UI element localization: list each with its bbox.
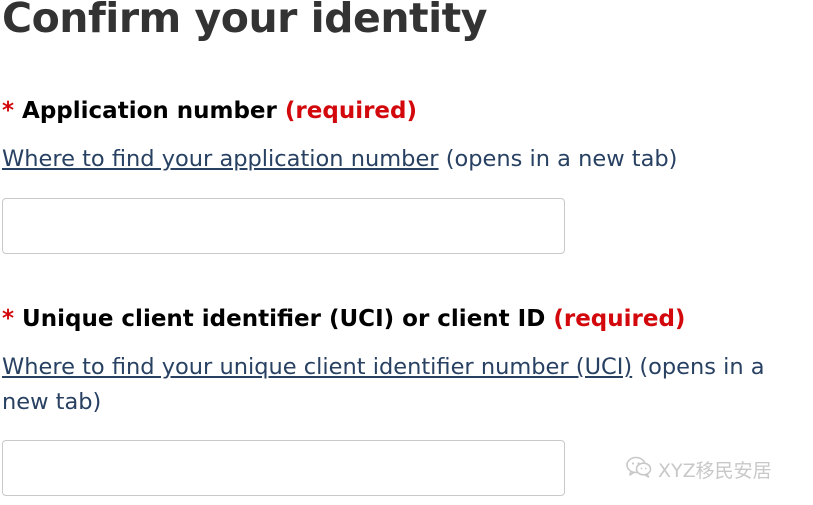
uci-help-link[interactable]: Where to find your unique client identif…	[2, 354, 632, 380]
watermark: XYZ移民安居	[626, 456, 772, 483]
uci-label-text: Unique client identifier (UCI) or client…	[22, 306, 546, 332]
application-number-help: Where to find your application number (o…	[2, 142, 812, 177]
page-title: Confirm your identity	[2, 0, 488, 42]
application-number-label: * Application number (required)	[2, 98, 417, 124]
wechat-icon	[626, 456, 652, 483]
watermark-text: XYZ移民安居	[658, 460, 772, 482]
required-asterisk: *	[2, 98, 15, 124]
uci-label: * Unique client identifier (UCI) or clie…	[2, 306, 685, 332]
application-number-help-link[interactable]: Where to find your application number	[2, 146, 439, 172]
opens-new-tab-note: (opens in a new tab)	[445, 146, 678, 172]
application-number-input[interactable]	[2, 198, 565, 254]
required-indicator: (required)	[553, 306, 686, 332]
required-indicator: (required)	[284, 98, 417, 124]
required-asterisk: *	[2, 306, 15, 332]
uci-help: Where to find your unique client identif…	[2, 350, 812, 420]
uci-input[interactable]	[2, 440, 565, 496]
application-number-label-text: Application number	[22, 98, 277, 124]
